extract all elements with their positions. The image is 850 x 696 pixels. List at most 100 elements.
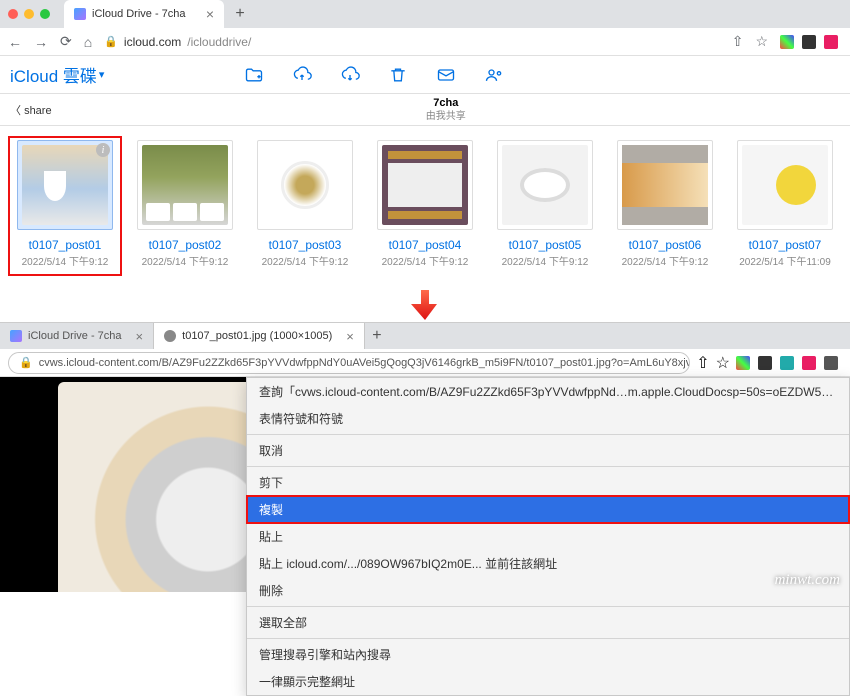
icloud-favicon-icon bbox=[10, 330, 22, 342]
new-tab-button[interactable]: + bbox=[365, 327, 389, 345]
context-menu-item[interactable]: 選取全部 bbox=[247, 609, 849, 636]
new-tab-button[interactable]: + bbox=[228, 5, 252, 23]
context-menu-item[interactable]: 貼上 bbox=[247, 523, 849, 550]
share-icon[interactable]: ⇧ bbox=[696, 353, 709, 373]
file-item[interactable]: t0107_post062022/5/14 下午9:12 bbox=[612, 140, 718, 272]
image-preview bbox=[58, 382, 246, 592]
tab-close-icon[interactable]: × bbox=[346, 329, 354, 344]
file-date: 2022/5/14 下午9:12 bbox=[622, 253, 709, 268]
file-name: t0107_post02 bbox=[149, 238, 222, 252]
menu-separator bbox=[247, 434, 849, 435]
browser-tab[interactable]: t0107_post01.jpg (1000×1005) × bbox=[154, 323, 365, 349]
file-item[interactable]: it0107_post012022/5/14 下午9:12 bbox=[12, 140, 118, 272]
file-date: 2022/5/14 下午9:12 bbox=[262, 253, 349, 268]
browser-tab[interactable]: iCloud Drive - 7cha × bbox=[64, 0, 224, 28]
url-path: /iclouddrive/ bbox=[187, 35, 251, 49]
share-icon[interactable]: ⇧ bbox=[732, 33, 744, 50]
file-name: t0107_post07 bbox=[749, 238, 822, 252]
context-menu-item[interactable]: 貼上 icloud.com/.../089OW967bIQ2m0E... 並前往… bbox=[247, 550, 849, 577]
tab-title: iCloud Drive - 7cha bbox=[28, 330, 122, 342]
extension-icon[interactable] bbox=[780, 356, 794, 370]
back-icon[interactable]: ← bbox=[8, 34, 22, 50]
icloud-toolbar: iCloud 雲碟 ▾ bbox=[0, 56, 850, 93]
file-item[interactable]: t0107_post072022/5/14 下午11:09 bbox=[732, 140, 838, 272]
context-menu-item[interactable]: 剪下 bbox=[247, 469, 849, 496]
file-date: 2022/5/14 下午9:12 bbox=[22, 253, 109, 268]
context-menu-item[interactable]: 查詢「cvws.icloud-content.com/B/AZ9Fu2ZZkd6… bbox=[247, 378, 849, 405]
lock-icon: 🔒 bbox=[19, 356, 33, 369]
file-date: 2022/5/14 下午9:12 bbox=[502, 253, 589, 268]
context-menu-item[interactable]: 表情符號和符號 bbox=[247, 405, 849, 432]
tab-close-icon[interactable]: × bbox=[206, 6, 214, 22]
file-item[interactable]: t0107_post022022/5/14 下午9:12 bbox=[132, 140, 238, 272]
file-name: t0107_post04 bbox=[389, 238, 462, 252]
browser-tab[interactable]: iCloud Drive - 7cha × bbox=[0, 323, 154, 349]
context-menu-item[interactable]: 取消 bbox=[247, 437, 849, 464]
share-people-icon[interactable] bbox=[484, 65, 504, 85]
icloud-brand-label: iCloud 雲碟 bbox=[10, 62, 97, 87]
extension-icon[interactable] bbox=[736, 356, 750, 370]
extension-icon[interactable] bbox=[780, 35, 794, 49]
extension-icon[interactable] bbox=[824, 356, 838, 370]
folder-subtitle: 由我共享 bbox=[52, 110, 840, 123]
extension-icon[interactable] bbox=[802, 356, 816, 370]
bottom-address-bar: 🔒 cvws.icloud-content.com/B/AZ9Fu2ZZkd65… bbox=[0, 349, 850, 377]
watermark: minwt.com bbox=[775, 572, 840, 589]
tab-title: iCloud Drive - 7cha bbox=[92, 8, 186, 20]
url-host: icloud.com bbox=[124, 35, 181, 49]
image-viewer[interactable] bbox=[0, 377, 246, 592]
file-date: 2022/5/14 下午9:12 bbox=[142, 253, 229, 268]
trash-icon[interactable] bbox=[388, 65, 408, 85]
back-to-share[interactable]: 〈 share bbox=[10, 102, 52, 118]
icloud-action-buttons bbox=[244, 65, 504, 85]
file-item[interactable]: t0107_post032022/5/14 下午9:12 bbox=[252, 140, 358, 272]
file-item[interactable]: t0107_post052022/5/14 下午9:12 bbox=[492, 140, 598, 272]
file-date: 2022/5/14 下午11:09 bbox=[739, 253, 831, 268]
new-folder-icon[interactable] bbox=[244, 65, 264, 85]
mail-icon[interactable] bbox=[436, 65, 456, 85]
context-menu-item[interactable]: 複製 bbox=[247, 496, 849, 523]
download-icon[interactable] bbox=[340, 65, 360, 85]
tab-close-icon[interactable]: × bbox=[136, 329, 144, 344]
breadcrumb-bar: 〈 share 7cha 由我共享 bbox=[0, 93, 850, 126]
forward-icon[interactable]: → bbox=[34, 34, 48, 50]
extension-icon[interactable] bbox=[824, 35, 838, 49]
file-thumbnail bbox=[497, 140, 593, 230]
bookmark-icon[interactable]: ☆ bbox=[755, 33, 768, 50]
maximize-window-button[interactable] bbox=[40, 9, 50, 19]
file-thumbnail bbox=[377, 140, 473, 230]
file-item[interactable]: t0107_post042022/5/14 下午9:12 bbox=[372, 140, 478, 272]
file-favicon-icon bbox=[164, 330, 176, 342]
icloud-favicon-icon bbox=[74, 8, 86, 20]
context-menu-item[interactable]: 一律顯示完整網址 bbox=[247, 668, 849, 695]
folder-name: 7cha bbox=[52, 96, 840, 110]
home-icon[interactable]: ⌂ bbox=[84, 34, 92, 50]
minimize-window-button[interactable] bbox=[24, 9, 34, 19]
top-browser-window: iCloud Drive - 7cha × + ← → ⟳ ⌂ 🔒 icloud… bbox=[0, 0, 850, 286]
top-address-bar: ← → ⟳ ⌂ 🔒 icloud.com/iclouddrive/ ⇧ ☆ bbox=[0, 28, 850, 56]
top-tab-strip: iCloud Drive - 7cha × + bbox=[0, 0, 850, 28]
bottom-tab-strip: iCloud Drive - 7cha × t0107_post01.jpg (… bbox=[0, 323, 850, 349]
extension-icon[interactable] bbox=[802, 35, 816, 49]
bookmark-icon[interactable]: ☆ bbox=[716, 353, 730, 373]
context-menu-item[interactable]: 管理搜尋引擎和站內搜尋 bbox=[247, 641, 849, 668]
upload-icon[interactable] bbox=[292, 65, 312, 85]
file-thumbnail bbox=[617, 140, 713, 230]
reload-icon[interactable]: ⟳ bbox=[60, 33, 72, 50]
file-thumbnail bbox=[137, 140, 233, 230]
icloud-drive-dropdown[interactable]: iCloud 雲碟 ▾ bbox=[10, 62, 104, 87]
url-input[interactable]: 🔒 cvws.icloud-content.com/B/AZ9Fu2ZZkd65… bbox=[8, 352, 690, 374]
close-window-button[interactable] bbox=[8, 9, 18, 19]
file-date: 2022/5/14 下午9:12 bbox=[382, 253, 469, 268]
window-controls bbox=[8, 9, 50, 19]
bottom-content: 查詢「cvws.icloud-content.com/B/AZ9Fu2ZZkd6… bbox=[0, 377, 850, 592]
url-input[interactable]: 🔒 icloud.com/iclouddrive/ bbox=[104, 35, 720, 49]
arrow-indicator-icon bbox=[0, 290, 850, 320]
folder-header: 7cha 由我共享 bbox=[52, 96, 840, 123]
file-thumbnail bbox=[737, 140, 833, 230]
bottom-browser-window: iCloud Drive - 7cha × t0107_post01.jpg (… bbox=[0, 322, 850, 592]
tab-title: t0107_post01.jpg (1000×1005) bbox=[182, 330, 332, 342]
extension-icon[interactable] bbox=[758, 356, 772, 370]
context-menu-item[interactable]: 刪除 bbox=[247, 577, 849, 604]
context-menu: 查詢「cvws.icloud-content.com/B/AZ9Fu2ZZkd6… bbox=[246, 377, 850, 696]
